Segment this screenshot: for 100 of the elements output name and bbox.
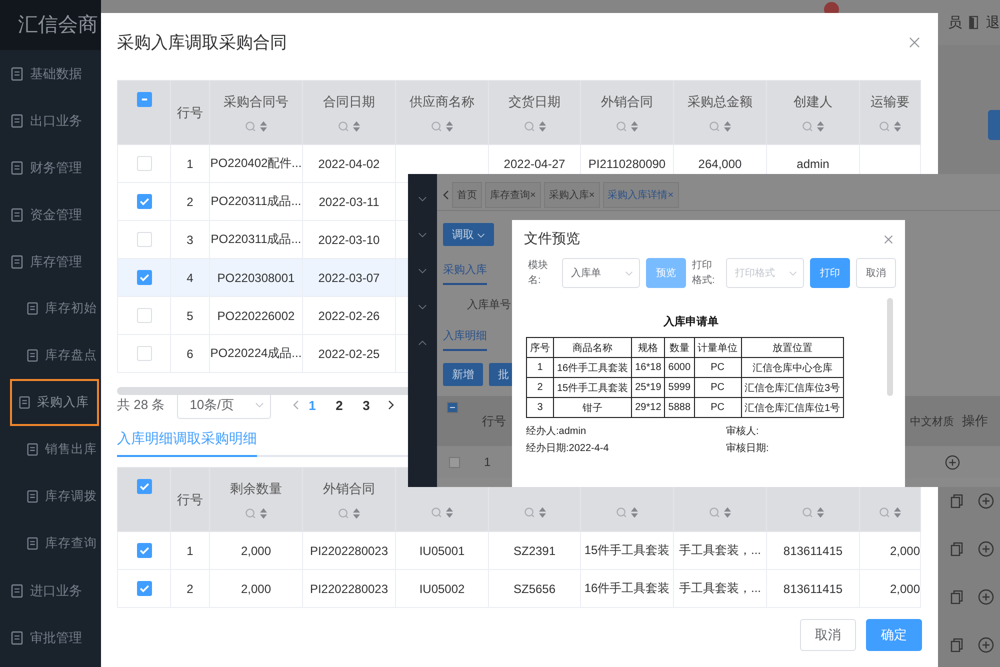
chevron-down-icon[interactable] — [418, 232, 427, 238]
close-icon[interactable] — [884, 234, 893, 244]
search-icon[interactable] — [245, 508, 256, 519]
menu-item[interactable]: 库存管理 — [0, 238, 101, 285]
sort-icon[interactable] — [894, 121, 901, 132]
search-icon[interactable] — [524, 121, 534, 132]
select-all-checkbox[interactable] — [136, 92, 152, 108]
menu-item[interactable]: 库存调拨 — [14, 473, 101, 520]
page-tab[interactable]: 采购入库× — [544, 182, 600, 208]
sort-icon[interactable] — [724, 507, 731, 518]
preview-button[interactable]: 预览 — [646, 258, 686, 288]
menu-item[interactable]: 采购入库 — [10, 379, 99, 426]
search-icon[interactable] — [524, 507, 534, 518]
row-checkbox[interactable] — [136, 270, 152, 286]
sort-icon[interactable] — [446, 121, 453, 132]
column-header[interactable]: 采购合同号 — [224, 93, 288, 111]
sort-icon[interactable] — [631, 121, 638, 132]
logout-link[interactable]: 退 — [986, 14, 1000, 32]
row-checkbox[interactable] — [136, 543, 152, 558]
menu-item[interactable]: 进口业务 — [0, 567, 101, 614]
page-number[interactable]: 3 — [352, 398, 380, 412]
fetch-button[interactable]: 调取 — [443, 223, 494, 246]
page-tab[interactable]: 首页 — [452, 182, 482, 208]
sort-icon[interactable] — [817, 507, 824, 518]
plus-circle-icon[interactable] — [978, 493, 994, 509]
row-checkbox[interactable] — [449, 456, 460, 468]
menu-item[interactable]: 库存初始 — [14, 285, 101, 332]
plus-circle-icon[interactable] — [978, 589, 994, 605]
copy-icon[interactable] — [950, 590, 964, 604]
toolbar-button[interactable]: 新增 — [443, 363, 483, 386]
row-checkbox[interactable] — [136, 194, 152, 210]
sort-icon[interactable] — [538, 507, 546, 518]
page-number[interactable]: 1 — [298, 398, 326, 412]
search-icon[interactable] — [709, 121, 720, 132]
menu-item[interactable]: 库存盘点 — [14, 332, 101, 379]
column-header[interactable]: 合同日期 — [323, 93, 375, 111]
module-select[interactable]: 入库单 — [562, 258, 640, 288]
tab[interactable]: 入库明细调取采购明细 — [117, 430, 257, 457]
chevron-down-icon[interactable] — [418, 304, 427, 310]
user-name[interactable]: 员 — [948, 14, 962, 32]
sort-icon[interactable] — [260, 121, 267, 132]
sort-icon[interactable] — [446, 507, 453, 518]
sort-icon[interactable] — [817, 121, 824, 132]
plus-circle-icon[interactable] — [945, 454, 960, 470]
menu-item[interactable]: 库存查询 — [14, 520, 101, 567]
chevron-down-icon[interactable] — [418, 268, 427, 274]
column-header[interactable]: 剩余数量 — [230, 480, 282, 498]
copy-icon[interactable] — [950, 494, 964, 508]
sort-icon[interactable] — [894, 507, 901, 518]
chevron-up-icon[interactable] — [418, 340, 427, 346]
search-icon[interactable] — [879, 121, 890, 132]
column-header[interactable]: 运输要 — [870, 93, 910, 111]
search-icon[interactable] — [245, 121, 256, 132]
plus-circle-icon[interactable] — [978, 637, 994, 653]
select-all-checkbox[interactable] — [447, 402, 458, 413]
page-number[interactable]: 2 — [326, 398, 353, 412]
back-icon[interactable] — [443, 190, 449, 200]
search-icon[interactable] — [338, 508, 349, 519]
menu-item[interactable]: 资金管理 — [0, 191, 101, 238]
search-icon[interactable] — [709, 507, 720, 518]
search-icon[interactable] — [616, 507, 627, 518]
next-page-icon[interactable] — [388, 400, 394, 410]
chevron-down-icon[interactable] — [418, 196, 427, 202]
menu-item[interactable]: 审批管理 — [0, 614, 101, 661]
sort-icon[interactable] — [353, 121, 360, 132]
confirm-button[interactable]: 确定 — [866, 619, 922, 651]
column-header[interactable]: 供应商名称 — [410, 93, 474, 111]
sort-icon[interactable] — [538, 121, 546, 132]
search-icon[interactable] — [338, 121, 349, 132]
sort-icon[interactable] — [353, 508, 360, 519]
previous-page-icon[interactable] — [292, 400, 299, 410]
menu-item[interactable]: 财务管理 — [0, 144, 101, 191]
menu-item[interactable]: 出口业务 — [0, 97, 101, 144]
sort-icon[interactable] — [631, 507, 638, 518]
cancel-button[interactable]: 取消 — [800, 619, 856, 651]
search-icon[interactable] — [879, 507, 890, 518]
menu-item[interactable]: 销售出库 — [14, 426, 101, 473]
search-icon[interactable] — [616, 121, 627, 132]
sort-icon[interactable] — [724, 121, 731, 132]
close-icon[interactable] — [909, 36, 920, 48]
column-header[interactable]: 采购总金额 — [688, 93, 752, 111]
page-tab[interactable]: 采购入库详情× — [602, 182, 679, 208]
column-header[interactable]: 创建人 — [794, 93, 832, 111]
column-header[interactable]: 外销合同 — [323, 480, 375, 498]
tab[interactable]: 入库明细 — [443, 328, 487, 351]
search-icon[interactable] — [431, 121, 442, 132]
column-header[interactable]: 外销合同 — [601, 93, 653, 111]
search-icon[interactable] — [802, 507, 813, 518]
row-checkbox[interactable] — [136, 581, 152, 596]
page-tab[interactable]: 库存查询× — [485, 182, 541, 208]
menu-item[interactable]: 基础数据 — [0, 50, 101, 97]
copy-icon[interactable] — [950, 542, 964, 556]
scrollbar[interactable] — [887, 298, 893, 396]
select-all-checkbox[interactable] — [136, 479, 152, 494]
sort-icon[interactable] — [260, 508, 267, 519]
print-button[interactable]: 打印 — [810, 258, 850, 288]
search-icon[interactable] — [431, 507, 442, 518]
cancel-button[interactable]: 取消 — [856, 258, 896, 288]
plus-circle-icon[interactable] — [978, 541, 994, 557]
column-header[interactable]: 交货日期 — [508, 93, 560, 111]
